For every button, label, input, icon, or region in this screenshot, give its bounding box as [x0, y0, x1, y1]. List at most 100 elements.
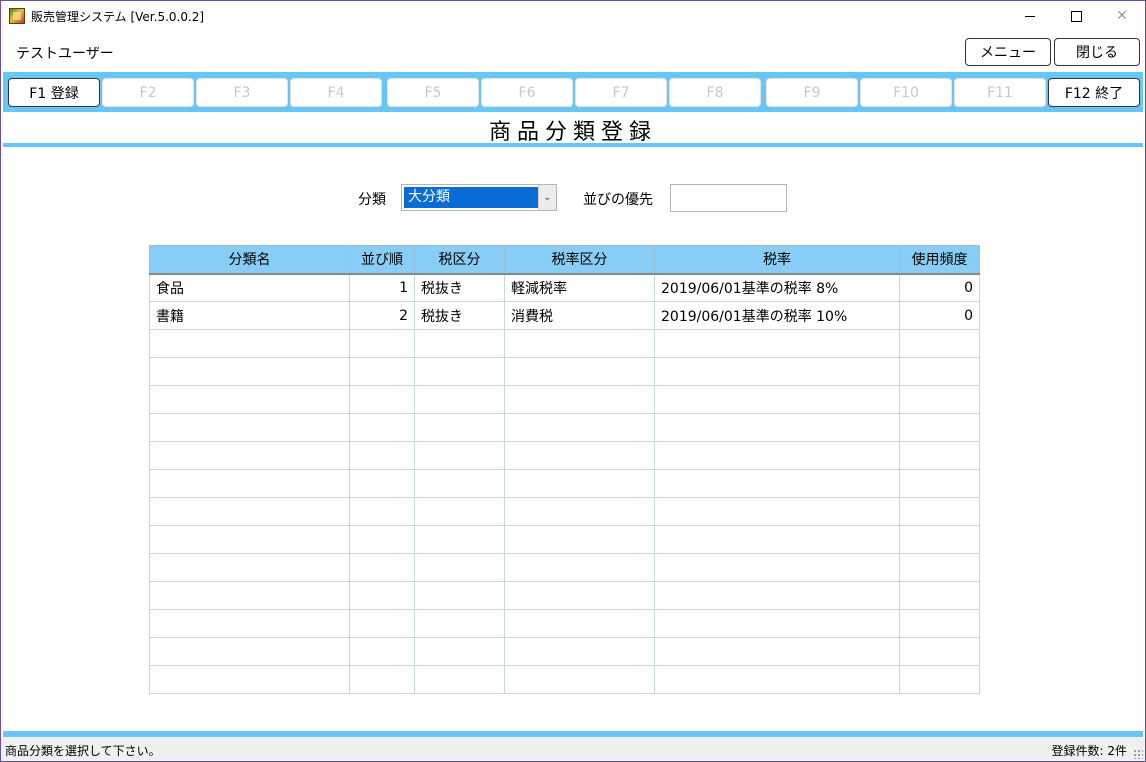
- fkey-7-button[interactable]: F7: [575, 78, 667, 107]
- table-cell: 2: [349, 301, 415, 330]
- table-cell: [149, 385, 350, 414]
- table-row[interactable]: [149, 637, 980, 666]
- table-cell: [504, 553, 655, 582]
- column-header[interactable]: 並び順: [349, 245, 415, 274]
- fkey-3-button[interactable]: F3: [196, 78, 288, 107]
- table-cell: [654, 441, 900, 470]
- table-cell: [504, 469, 655, 498]
- maximize-button[interactable]: [1053, 1, 1099, 31]
- table-row[interactable]: [149, 413, 980, 442]
- table-cell: [349, 525, 415, 554]
- close-window-button[interactable]: ✕: [1099, 1, 1145, 31]
- table-cell: [504, 609, 655, 638]
- fkey-12-button[interactable]: F12 終了: [1048, 78, 1140, 107]
- table-cell: [414, 385, 505, 414]
- table-cell: [654, 637, 900, 666]
- table-cell: [899, 637, 980, 666]
- category-select-value: 大分類: [404, 187, 539, 208]
- table-cell: 消費税: [504, 301, 655, 330]
- table-cell: [349, 581, 415, 610]
- sort-priority-label: 並びの優先: [583, 192, 653, 208]
- menu-button[interactable]: メニュー: [965, 38, 1051, 66]
- table-cell: [504, 329, 655, 358]
- table-cell: [899, 441, 980, 470]
- table-cell: [414, 329, 505, 358]
- table-row[interactable]: [149, 609, 980, 638]
- table-cell: [414, 357, 505, 386]
- table-row[interactable]: [149, 385, 980, 414]
- fkey-9-button[interactable]: F9: [766, 78, 858, 107]
- column-header[interactable]: 税区分: [414, 245, 505, 274]
- table-cell: [504, 413, 655, 442]
- fkey-11-button[interactable]: F11: [954, 78, 1046, 107]
- table-cell: [149, 497, 350, 526]
- chevron-down-icon[interactable]: ⌄: [538, 185, 556, 210]
- title-bar: 販売管理システム [Ver.5.0.0.2] ✕: [1, 1, 1145, 31]
- table-cell: 0: [899, 301, 980, 330]
- window-title: 販売管理システム [Ver.5.0.0.2]: [31, 10, 205, 24]
- table-cell: [149, 665, 350, 694]
- status-message: 商品分類を選択して下さい。: [5, 744, 161, 758]
- column-header[interactable]: 使用頻度: [899, 245, 980, 274]
- table-cell: [149, 329, 350, 358]
- fkey-2-button[interactable]: F2: [102, 78, 194, 107]
- table-cell: [654, 413, 900, 442]
- table-row[interactable]: [149, 525, 980, 554]
- table-cell: [414, 497, 505, 526]
- table-cell: [414, 637, 505, 666]
- table-cell: [414, 609, 505, 638]
- page-title: 商品分類登録: [488, 120, 657, 145]
- table-cell: 2019/06/01基準の税率 10%: [654, 301, 900, 330]
- category-select[interactable]: 大分類 ⌄: [401, 184, 557, 211]
- table-row[interactable]: [149, 665, 980, 694]
- table-cell: [149, 637, 350, 666]
- table-cell: [504, 637, 655, 666]
- table-row[interactable]: 食品 1 税抜き 軽減税率 2019/06/01基準の税率 8% 0: [149, 272, 980, 302]
- table-cell: [149, 469, 350, 498]
- table-cell: [899, 553, 980, 582]
- table-cell: [654, 385, 900, 414]
- table-row[interactable]: [149, 553, 980, 582]
- fkey-4-button[interactable]: F4: [290, 78, 382, 107]
- table-cell: [349, 469, 415, 498]
- table-row[interactable]: [149, 357, 980, 386]
- table-cell: 2019/06/01基準の税率 8%: [654, 272, 900, 302]
- fkey-5-button[interactable]: F5: [387, 78, 479, 107]
- table-row[interactable]: 書籍 2 税抜き 消費税 2019/06/01基準の税率 10% 0: [149, 301, 980, 330]
- table-cell: 軽減税率: [504, 272, 655, 302]
- table-cell: [149, 357, 350, 386]
- table-cell: [899, 357, 980, 386]
- table-header-row: 分類名 並び順 税区分 税率区分 税率 使用頻度: [149, 245, 980, 274]
- table-row[interactable]: [149, 581, 980, 610]
- table-cell: [899, 609, 980, 638]
- table-row[interactable]: [149, 469, 980, 498]
- user-name: テストユーザー: [16, 46, 114, 62]
- minimize-button[interactable]: [1007, 1, 1053, 31]
- column-header[interactable]: 税率区分: [504, 245, 655, 274]
- table-cell: [899, 469, 980, 498]
- table-cell: [414, 441, 505, 470]
- table-cell: [349, 665, 415, 694]
- column-header[interactable]: 税率: [654, 245, 900, 274]
- table-cell: [349, 385, 415, 414]
- fkey-6-button[interactable]: F6: [481, 78, 573, 107]
- column-header[interactable]: 分類名: [149, 245, 350, 274]
- table-cell: [149, 581, 350, 610]
- table-cell: [654, 469, 900, 498]
- table-cell: [899, 497, 980, 526]
- close-button[interactable]: 閉じる: [1054, 38, 1140, 66]
- sort-priority-input[interactable]: [670, 184, 787, 212]
- table-cell: [414, 581, 505, 610]
- status-bar: 商品分類を選択して下さい。 登録件数: 2件: [1, 737, 1145, 761]
- table-row[interactable]: [149, 441, 980, 470]
- fkey-1-button[interactable]: F1 登録: [8, 78, 100, 107]
- table-row[interactable]: [149, 497, 980, 526]
- table-row[interactable]: [149, 329, 980, 358]
- function-key-bar: F1 登録 F2 F3 F4 F5 F6 F7 F8 F9 F10 F11 F12 終了: [3, 72, 1143, 112]
- table-cell: [414, 413, 505, 442]
- table-cell: 税抜き: [414, 301, 505, 330]
- fkey-8-button[interactable]: F8: [669, 78, 761, 107]
- table-cell: [349, 413, 415, 442]
- resize-grip-icon[interactable]: [1133, 749, 1143, 759]
- fkey-10-button[interactable]: F10: [860, 78, 952, 107]
